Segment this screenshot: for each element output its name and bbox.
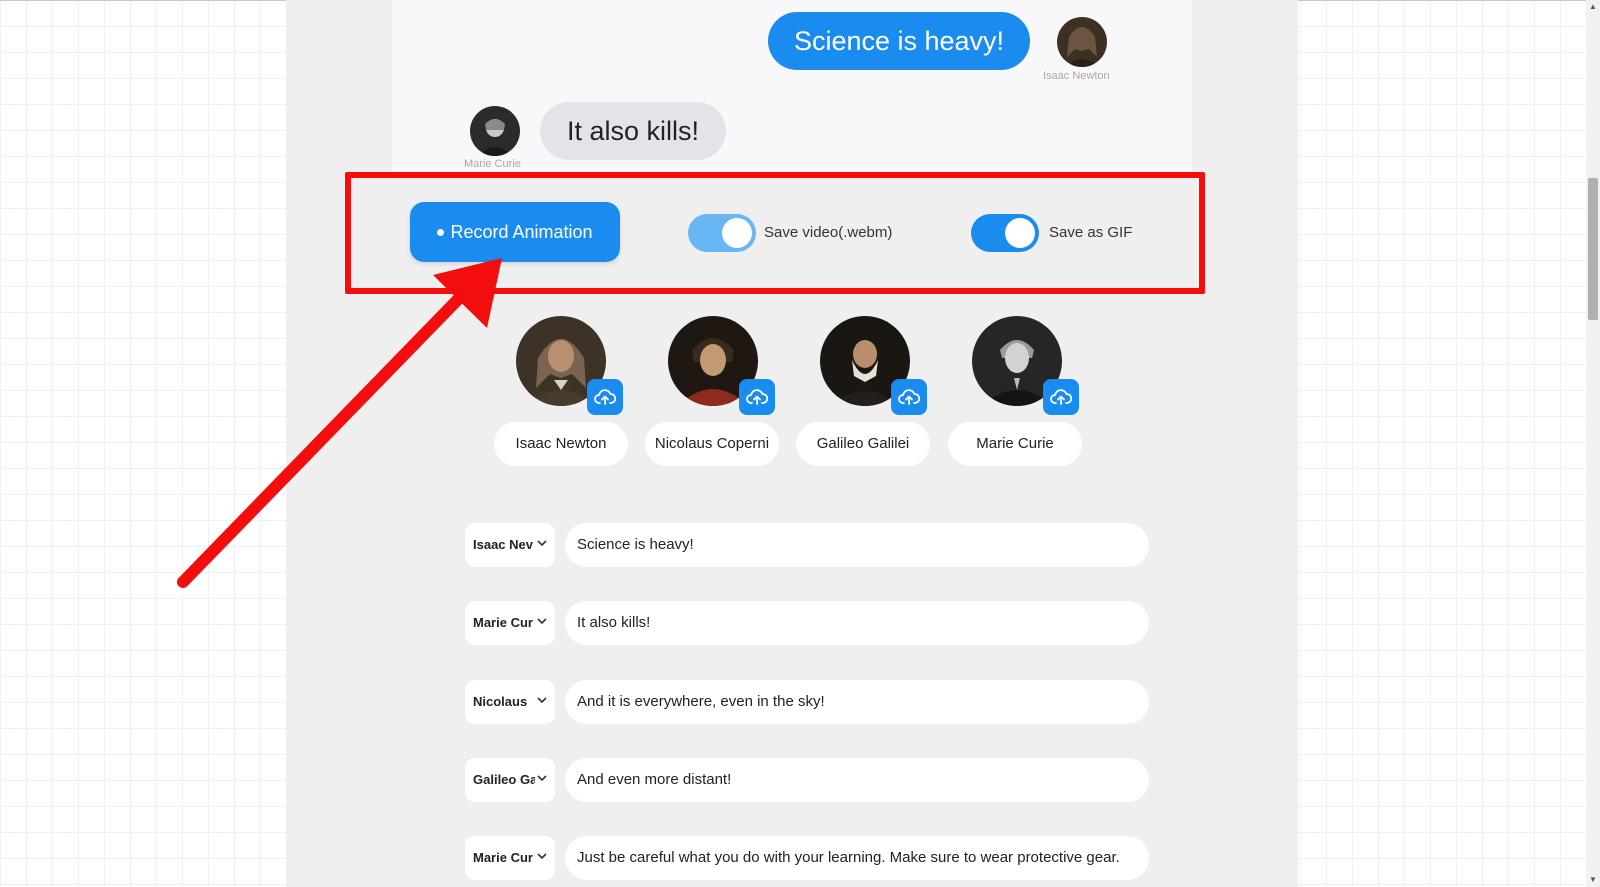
save-gif-label: Save as GIF — [1049, 224, 1133, 241]
chevron-down-icon — [537, 697, 547, 704]
avatar — [470, 106, 520, 156]
speaker-select-value: Nicolaus — [473, 694, 528, 709]
speaker-select[interactable]: Galileo Ga — [465, 758, 555, 802]
chat-bubble-right: Science is heavy! — [768, 12, 1030, 70]
save-gif-toggle[interactable] — [971, 214, 1039, 252]
cloud-upload-icon[interactable] — [739, 379, 775, 415]
cloud-upload-icon[interactable] — [587, 379, 623, 415]
avatar — [1057, 17, 1107, 67]
save-video-label: Save video(.webm) — [764, 224, 893, 241]
speaker-select-value: Isaac Nev — [473, 537, 533, 552]
speaker-select-value: Marie Cur — [473, 615, 533, 630]
speaker-select[interactable]: Marie Cur — [465, 601, 555, 645]
save-video-toggle[interactable] — [688, 214, 756, 252]
toggle-knob — [1005, 218, 1035, 248]
scrollbar-thumb[interactable] — [1588, 178, 1598, 320]
chat-speaker-name: Marie Curie — [464, 158, 521, 170]
speaker-select[interactable]: Isaac Nev — [465, 523, 555, 567]
dialogue-line-input[interactable]: And even more distant! — [565, 758, 1149, 802]
chat-preview: Science is heavy! Isaac Newton It also k… — [392, 0, 1192, 172]
speaker-select-value: Galileo Ga — [473, 772, 535, 787]
chevron-down-icon — [537, 775, 547, 782]
record-animation-button[interactable]: Record Animation — [410, 202, 620, 262]
dialogue-line-input[interactable]: And it is everywhere, even in the sky! — [565, 680, 1149, 724]
chat-speaker-name: Isaac Newton — [1043, 70, 1110, 82]
record-dot-icon — [437, 229, 445, 236]
dialogue-line-input[interactable]: Science is heavy! — [565, 523, 1149, 567]
toggle-knob — [722, 218, 752, 248]
cloud-upload-icon[interactable] — [891, 379, 927, 415]
chevron-down-icon — [537, 618, 547, 625]
scroll-down-icon[interactable]: ▼ — [1588, 875, 1598, 885]
scrollbar-track[interactable] — [1586, 0, 1600, 887]
speaker-select-value: Marie Cur — [473, 850, 533, 865]
character-name-input[interactable]: Galileo Galilei — [796, 422, 930, 466]
speaker-select[interactable]: Marie Cur — [465, 836, 555, 880]
chevron-down-icon — [537, 853, 547, 860]
record-button-label: Record Animation — [450, 221, 593, 242]
character-name-input[interactable]: Nicolaus Coperni — [645, 422, 779, 466]
cloud-upload-icon[interactable] — [1043, 379, 1079, 415]
chat-bubble-left: It also kills! — [540, 102, 726, 160]
speaker-select[interactable]: Nicolaus — [465, 680, 555, 724]
chevron-down-icon — [537, 540, 547, 547]
character-name-input[interactable]: Isaac Newton — [494, 422, 628, 466]
scroll-up-icon[interactable]: ▲ — [1588, 2, 1598, 12]
dialogue-line-input[interactable]: Just be careful what you do with your le… — [565, 836, 1149, 880]
character-name-input[interactable]: Marie Curie — [948, 422, 1082, 466]
dialogue-line-input[interactable]: It also kills! — [565, 601, 1149, 645]
